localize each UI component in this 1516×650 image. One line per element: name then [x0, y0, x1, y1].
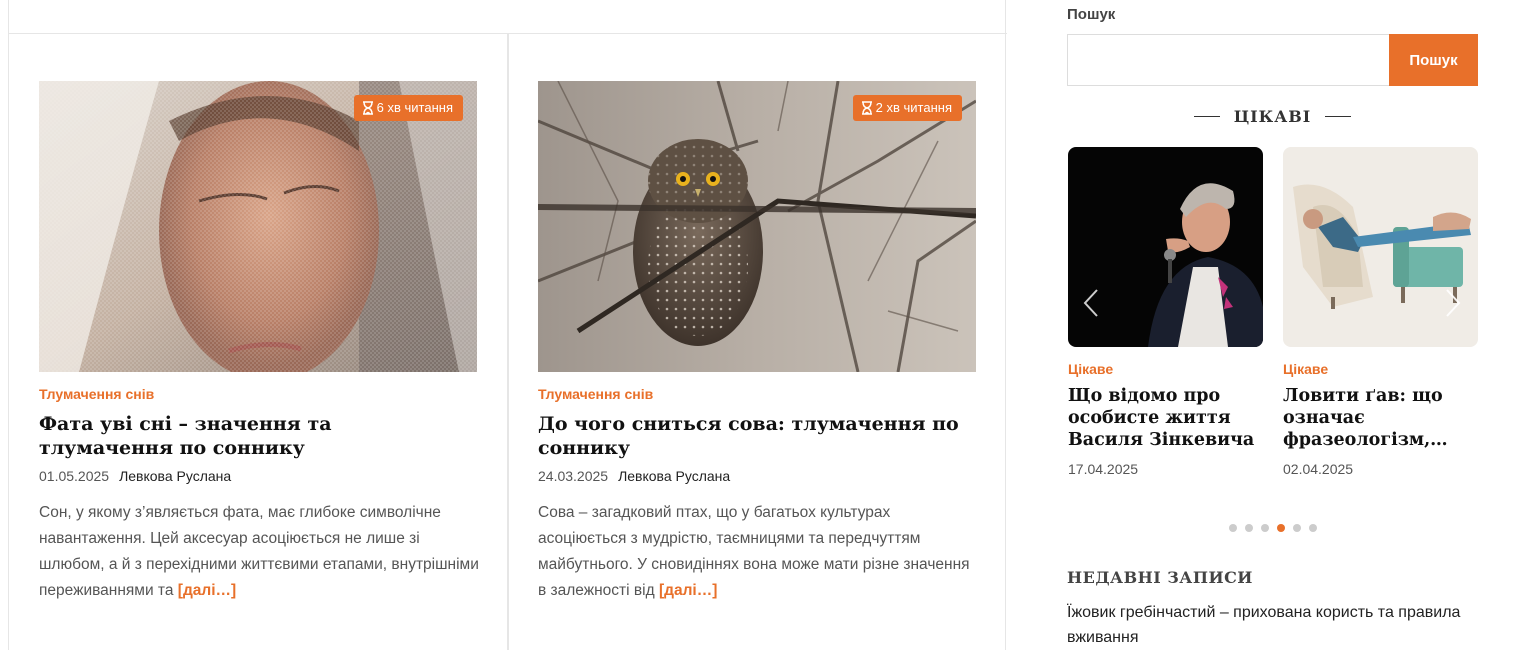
slide-date: 17.04.2025 [1068, 461, 1139, 477]
reading-time-badge: 6 хв читання [353, 95, 463, 121]
carousel-dot[interactable] [1244, 524, 1253, 532]
post-thumbnail[interactable]: 2 хв читання [538, 81, 976, 372]
reading-time-text: 2 хв читання [875, 100, 952, 115]
post-date: 01.05.2025 [39, 468, 110, 484]
hourglass-icon [362, 101, 373, 115]
veil-photo [39, 81, 477, 372]
slide-date: 02.04.2025 [1283, 461, 1354, 477]
posts-area: 6 хв читання Тлумачення снів Фата уві сн… [8, 0, 1007, 650]
slide-category[interactable]: Цікаве [1283, 361, 1478, 377]
search-button[interactable]: Пошук [1389, 34, 1478, 86]
post-thumbnail[interactable]: 6 хв читання [39, 81, 477, 372]
read-more-link[interactable]: [далі…] [178, 582, 236, 599]
heading-line-left [1193, 115, 1220, 117]
top-strip [9, 0, 1007, 34]
post-card: 2 хв читання Тлумачення снів До чого сни… [509, 34, 1007, 650]
carousel-dot[interactable] [1228, 524, 1237, 532]
post-title[interactable]: До чого сниться сова: тлумачення по сонн… [538, 412, 968, 460]
recent-posts-heading: НЕДАВНІ ЗАПИСИ [1067, 568, 1253, 587]
post-author[interactable]: Левкова Руслана [119, 468, 231, 484]
post-meta: 24.03.2025 Левкова Руслана [538, 468, 730, 484]
search-input[interactable] [1067, 34, 1389, 86]
heading-line-right [1325, 115, 1352, 117]
post-meta: 01.05.2025 Левкова Руслана [39, 468, 231, 484]
section-heading: ЦІКАВІ [1067, 104, 1478, 128]
excerpt-text: Сова – загадковий птах, що у багатьох ку… [538, 504, 970, 599]
post-card: 6 хв читання Тлумачення снів Фата уві сн… [9, 34, 507, 650]
post-category[interactable]: Тлумачення снів [538, 386, 653, 402]
post-category[interactable]: Тлумачення снів [39, 386, 154, 402]
post-excerpt: Сон, у якому з’являється фата, має глибо… [39, 500, 479, 604]
carousel-dot[interactable] [1260, 524, 1269, 532]
read-more-link[interactable]: [далі…] [659, 582, 717, 599]
carousel-dot-active[interactable] [1276, 524, 1285, 532]
section-heading-text: ЦІКАВІ [1233, 106, 1312, 126]
carousel-dot[interactable] [1308, 524, 1317, 532]
search-label: Пошук [1067, 6, 1116, 23]
post-title[interactable]: Фата уві сні – значення та тлумачення по… [39, 412, 469, 460]
post-date: 24.03.2025 [538, 468, 609, 484]
chevron-left-icon[interactable] [1081, 288, 1101, 318]
slide-title[interactable]: Ловити ґав: що означає фразеологізм,… [1283, 385, 1478, 451]
carousel-pagination [1067, 524, 1478, 532]
chevron-right-icon[interactable] [1443, 288, 1463, 318]
slide-title[interactable]: Що відомо про особисте життя Василя Зінк… [1068, 385, 1263, 451]
sidebar: Пошук Пошук ЦІКАВІ Цікаве Що відомо про … [1067, 0, 1478, 650]
reading-time-badge: 2 хв читання [852, 95, 962, 121]
carousel-dot[interactable] [1292, 524, 1301, 532]
slide-category[interactable]: Цікаве [1068, 361, 1263, 377]
owl-photo [538, 81, 976, 372]
post-author[interactable]: Левкова Руслана [618, 468, 730, 484]
post-excerpt: Сова – загадковий птах, що у багатьох ку… [538, 500, 978, 604]
recent-post-link[interactable]: Їжовик гребінчастий – прихована користь … [1067, 600, 1478, 650]
reading-time-text: 6 хв читання [376, 100, 453, 115]
excerpt-text: Сон, у якому з’являється фата, має глибо… [39, 504, 479, 599]
hourglass-icon [861, 101, 872, 115]
